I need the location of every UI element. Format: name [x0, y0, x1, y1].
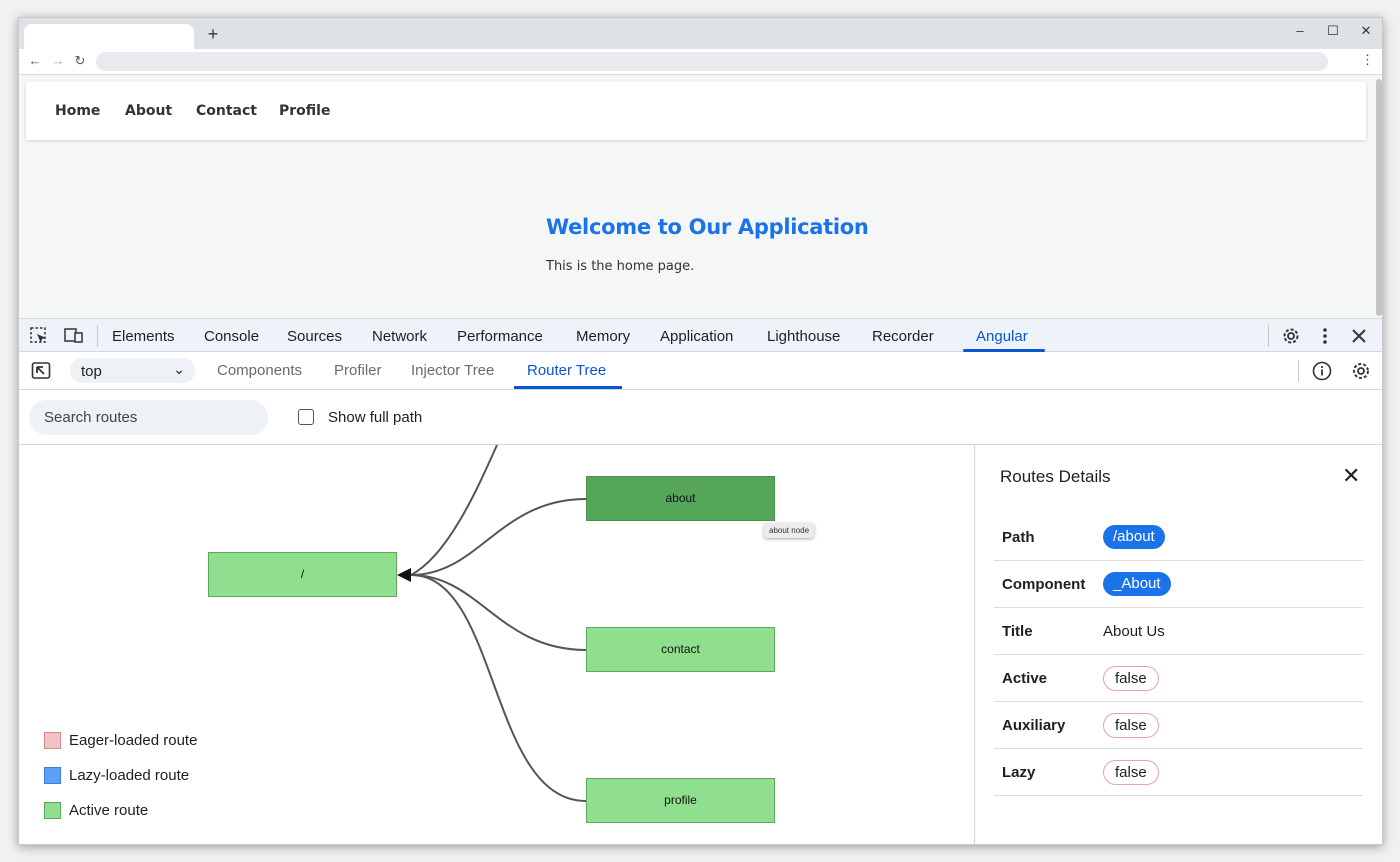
maximize-button[interactable]: ☐: [1317, 20, 1349, 42]
close-devtools-icon[interactable]: [1349, 326, 1369, 346]
legend-label: Active route: [69, 802, 149, 819]
component-pill[interactable]: _About: [1103, 572, 1171, 596]
legend-swatch-lazy: [44, 767, 61, 784]
frame-select-value: top: [81, 363, 102, 380]
address-bar[interactable]: [96, 52, 1328, 71]
route-node-root[interactable]: /: [208, 552, 397, 597]
web-page: Home About Contact Profile Welcome to Ou…: [19, 75, 1382, 318]
tab-sources[interactable]: Sources: [287, 328, 342, 345]
page-heading: Welcome to Our Application: [546, 215, 869, 239]
divider: [1298, 360, 1299, 382]
route-node-profile[interactable]: profile: [586, 778, 775, 823]
tree-edges: [397, 445, 587, 802]
tab-application[interactable]: Application: [660, 328, 733, 345]
detail-row-auxiliary: Auxiliary false: [994, 702, 1363, 749]
legend-swatch-eager: [44, 732, 61, 749]
detail-row-path: Path /about: [994, 514, 1363, 561]
detail-label: Path: [1002, 529, 1035, 546]
search-routes-input[interactable]: [29, 400, 268, 435]
arrowhead-icon: [397, 568, 411, 582]
tab-angular[interactable]: Angular: [976, 328, 1028, 345]
nav-link-profile[interactable]: Profile: [279, 103, 330, 119]
route-details-panel: Routes Details ✕ Path /about Component _…: [974, 445, 1382, 844]
edge-offscreen: [410, 445, 498, 576]
edge-profile: [410, 574, 587, 802]
forward-icon[interactable]: →: [49, 52, 67, 70]
tab-profiler[interactable]: Profiler: [334, 362, 382, 379]
show-full-path-label: Show full path: [328, 409, 423, 426]
browser-menu-icon[interactable]: ⋮: [1361, 52, 1374, 68]
tab-network[interactable]: Network: [372, 328, 427, 345]
frame-select[interactable]: top ⌄: [70, 358, 195, 383]
divider: [1268, 325, 1269, 347]
tab-performance[interactable]: Performance: [457, 328, 543, 345]
browser-window: + – ☐ ✕ ← → ↻ ⋮ Home About Contact Profi…: [18, 17, 1383, 845]
path-pill: /about: [1103, 525, 1165, 549]
title-value: About Us: [1103, 623, 1165, 640]
info-icon[interactable]: [1312, 361, 1332, 381]
detail-row-component: Component _About: [994, 561, 1363, 608]
lazy-pill: false: [1103, 760, 1159, 785]
legend-label: Eager-loaded route: [69, 732, 198, 749]
minimize-button[interactable]: –: [1284, 20, 1316, 42]
close-details-icon[interactable]: ✕: [1342, 465, 1360, 487]
page-scrollbar[interactable]: [1376, 79, 1382, 316]
detail-label: Auxiliary: [1002, 717, 1066, 734]
show-full-path-checkbox[interactable]: [298, 409, 314, 425]
detail-label: Lazy: [1002, 764, 1036, 781]
edge-about: [410, 498, 587, 576]
title-bar: + – ☐ ✕: [19, 18, 1382, 49]
detail-label: Title: [1002, 623, 1033, 640]
detail-label: Active: [1002, 670, 1048, 687]
more-options-icon[interactable]: [1315, 326, 1335, 346]
browser-tab[interactable]: [24, 24, 194, 49]
browser-toolbar: ← → ↻ ⋮: [19, 49, 1382, 75]
tab-recorder[interactable]: Recorder: [872, 328, 934, 345]
chevron-down-icon: ⌄: [173, 361, 185, 377]
angular-settings-icon[interactable]: [1351, 361, 1371, 381]
back-icon[interactable]: ←: [26, 52, 44, 70]
inspect-element-icon[interactable]: [29, 326, 49, 346]
active-pill: false: [1103, 666, 1159, 691]
pick-component-icon[interactable]: [31, 361, 51, 381]
divider: [97, 325, 98, 347]
edge-contact: [410, 574, 587, 651]
device-toolbar-icon[interactable]: [64, 326, 84, 346]
node-tooltip: about node: [764, 523, 815, 538]
tab-router-tree[interactable]: Router Tree: [527, 362, 606, 379]
active-subtab-indicator: [514, 386, 622, 389]
new-tab-button[interactable]: +: [203, 24, 223, 44]
route-node-about[interactable]: about: [586, 476, 775, 521]
router-search-row: Show full path: [19, 390, 1382, 445]
nav-link-about[interactable]: About: [125, 103, 172, 119]
legend-label: Lazy-loaded route: [69, 767, 190, 784]
router-tree-canvas[interactable]: / about about node contact profile Eager…: [19, 445, 974, 844]
page-body-text: This is the home page.: [546, 259, 695, 274]
tab-components[interactable]: Components: [217, 362, 302, 379]
settings-gear-icon[interactable]: [1281, 326, 1301, 346]
reload-icon[interactable]: ↻: [71, 52, 89, 70]
detail-row-active: Active false: [994, 655, 1363, 702]
tab-injector-tree[interactable]: Injector Tree: [411, 362, 494, 379]
tab-lighthouse[interactable]: Lighthouse: [767, 328, 840, 345]
auxiliary-pill: false: [1103, 713, 1159, 738]
detail-row-lazy: Lazy false: [994, 749, 1363, 796]
nav-link-home[interactable]: Home: [55, 103, 100, 119]
tab-memory[interactable]: Memory: [576, 328, 630, 345]
angular-toolbar: top ⌄ Components Profiler Injector Tree …: [19, 352, 1382, 390]
tab-console[interactable]: Console: [204, 328, 259, 345]
devtools-tab-bar: Elements Console Sources Network Perform…: [19, 318, 1382, 352]
tab-elements[interactable]: Elements: [112, 328, 175, 345]
detail-label: Component: [1002, 576, 1086, 593]
detail-row-title: Title About Us: [994, 608, 1363, 655]
route-node-contact[interactable]: contact: [586, 627, 775, 672]
legend-swatch-active: [44, 802, 61, 819]
site-nav: Home About Contact Profile: [26, 82, 1366, 140]
nav-link-contact[interactable]: Contact: [196, 103, 257, 119]
close-window-button[interactable]: ✕: [1350, 20, 1382, 42]
details-title: Routes Details: [1000, 467, 1111, 486]
